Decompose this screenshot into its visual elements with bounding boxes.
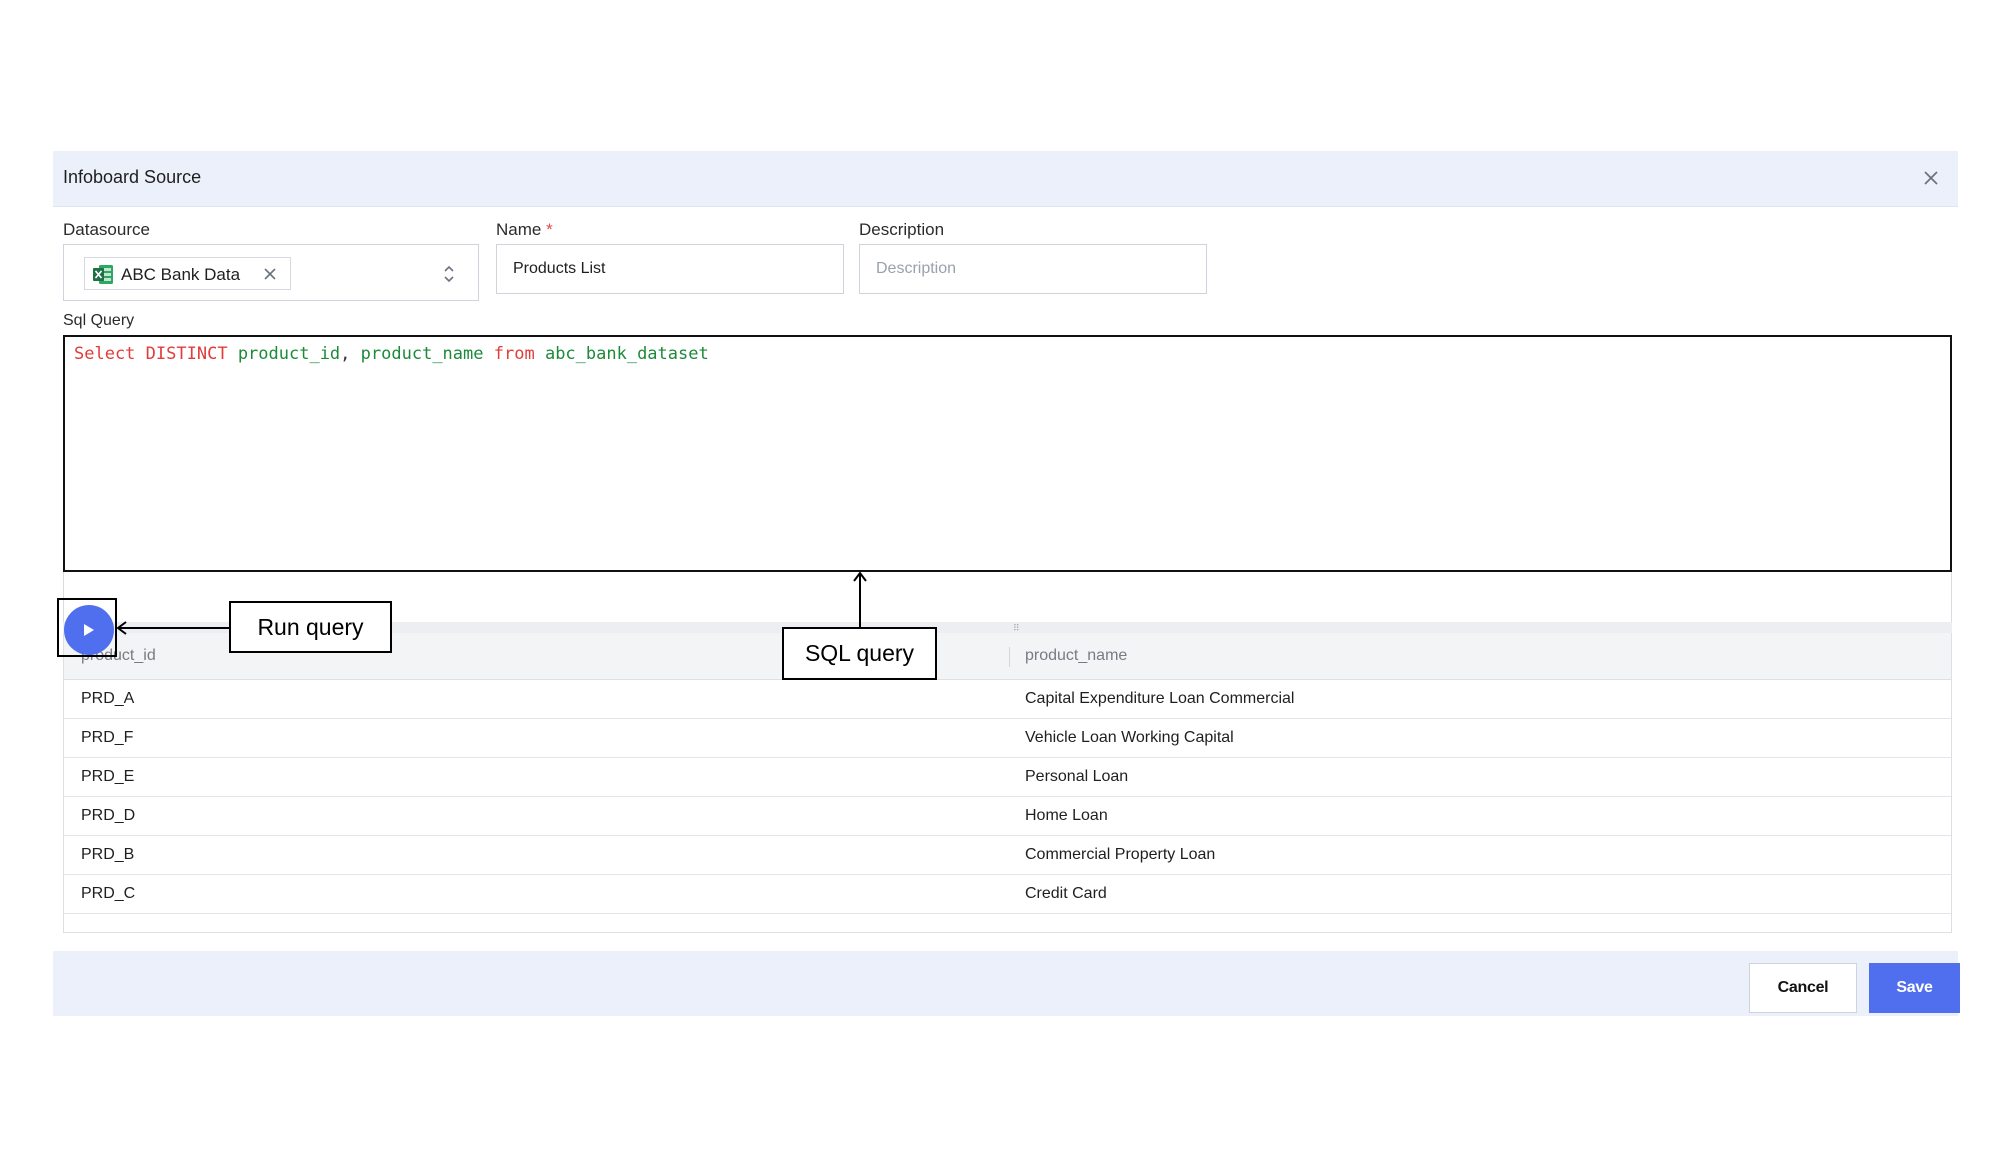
table-row: PRD_F Vehicle Loan Working Capital xyxy=(64,719,1951,758)
sql-identifier: product_id xyxy=(237,344,341,364)
sql-keyword: Select xyxy=(74,344,136,364)
cell-product-name: Capital Expenditure Loan Commercial xyxy=(1025,690,1295,707)
cell-product-id: PRD_A xyxy=(81,690,135,707)
save-button[interactable]: Save xyxy=(1869,963,1960,1013)
name-label-text: Name xyxy=(496,220,542,239)
remove-chip-icon[interactable] xyxy=(262,266,278,282)
cell-product-id: PRD_D xyxy=(81,807,136,824)
datasource-select[interactable]: ABC Bank Data xyxy=(63,244,479,301)
run-query-button[interactable] xyxy=(64,605,114,655)
description-label: Description xyxy=(859,220,945,239)
cell-product-name: Home Loan xyxy=(1025,807,1108,824)
column-header-product-name[interactable]: product_name xyxy=(1025,647,1127,665)
sql-identifier: abc_bank_dataset xyxy=(544,344,709,364)
dialog-footer: Cancel Save xyxy=(53,951,1960,1016)
cell-product-name: Credit Card xyxy=(1025,885,1107,902)
datasource-label: Datasource xyxy=(63,220,150,239)
cell-product-id: PRD_F xyxy=(81,729,134,746)
cell-product-id: PRD_E xyxy=(81,768,135,785)
name-label: Name * xyxy=(496,220,553,240)
cell-product-name: Vehicle Loan Working Capital xyxy=(1025,729,1234,746)
sql-keyword: DISTINCT xyxy=(145,344,228,364)
cell-product-name: Commercial Property Loan xyxy=(1025,846,1216,863)
chevron-up-down-icon[interactable] xyxy=(441,263,457,285)
excel-file-icon xyxy=(93,265,113,284)
sql-keyword: from xyxy=(493,344,535,364)
play-icon xyxy=(84,624,94,636)
table-row: PRD_B Commercial Property Loan xyxy=(64,836,1951,875)
dialog-header: Infoboard Source xyxy=(53,151,1958,207)
datasource-chip: ABC Bank Data xyxy=(84,257,291,290)
sql-query-callout: SQL query xyxy=(782,627,937,680)
cell-product-name: Personal Loan xyxy=(1025,768,1129,785)
column-divider[interactable] xyxy=(1009,647,1010,667)
infoboard-source-dialog: Infoboard Source Datasource ABC Bank Dat… xyxy=(53,151,1960,1016)
table-row: PRD_D Home Loan xyxy=(64,797,1951,836)
required-mark: * xyxy=(546,220,553,239)
datasource-chip-label: ABC Bank Data xyxy=(121,265,241,284)
table-row: PRD_E Personal Loan xyxy=(64,758,1951,797)
sql-identifier: product_name xyxy=(360,344,484,364)
cancel-button[interactable]: Cancel xyxy=(1749,963,1857,1013)
sql-query-editor[interactable]: Select DISTINCT product_id, product_name… xyxy=(63,335,1952,572)
close-icon[interactable] xyxy=(1918,165,1944,191)
description-input[interactable] xyxy=(859,244,1207,294)
sql-punctuation: , xyxy=(340,344,351,364)
table-row: PRD_A Capital Expenditure Loan Commercia… xyxy=(64,680,1951,719)
dialog-title: Infoboard Source xyxy=(63,167,202,187)
run-query-callout: Run query xyxy=(229,601,392,653)
cell-product-id: PRD_B xyxy=(81,846,135,863)
table-row: PRD_C Credit Card xyxy=(64,875,1951,914)
results-table: product_id product_name PRD_A Capital Ex… xyxy=(63,633,1952,933)
cell-product-id: PRD_C xyxy=(81,885,136,902)
name-input[interactable] xyxy=(496,244,844,294)
sql-query-label: Sql Query xyxy=(63,312,135,329)
